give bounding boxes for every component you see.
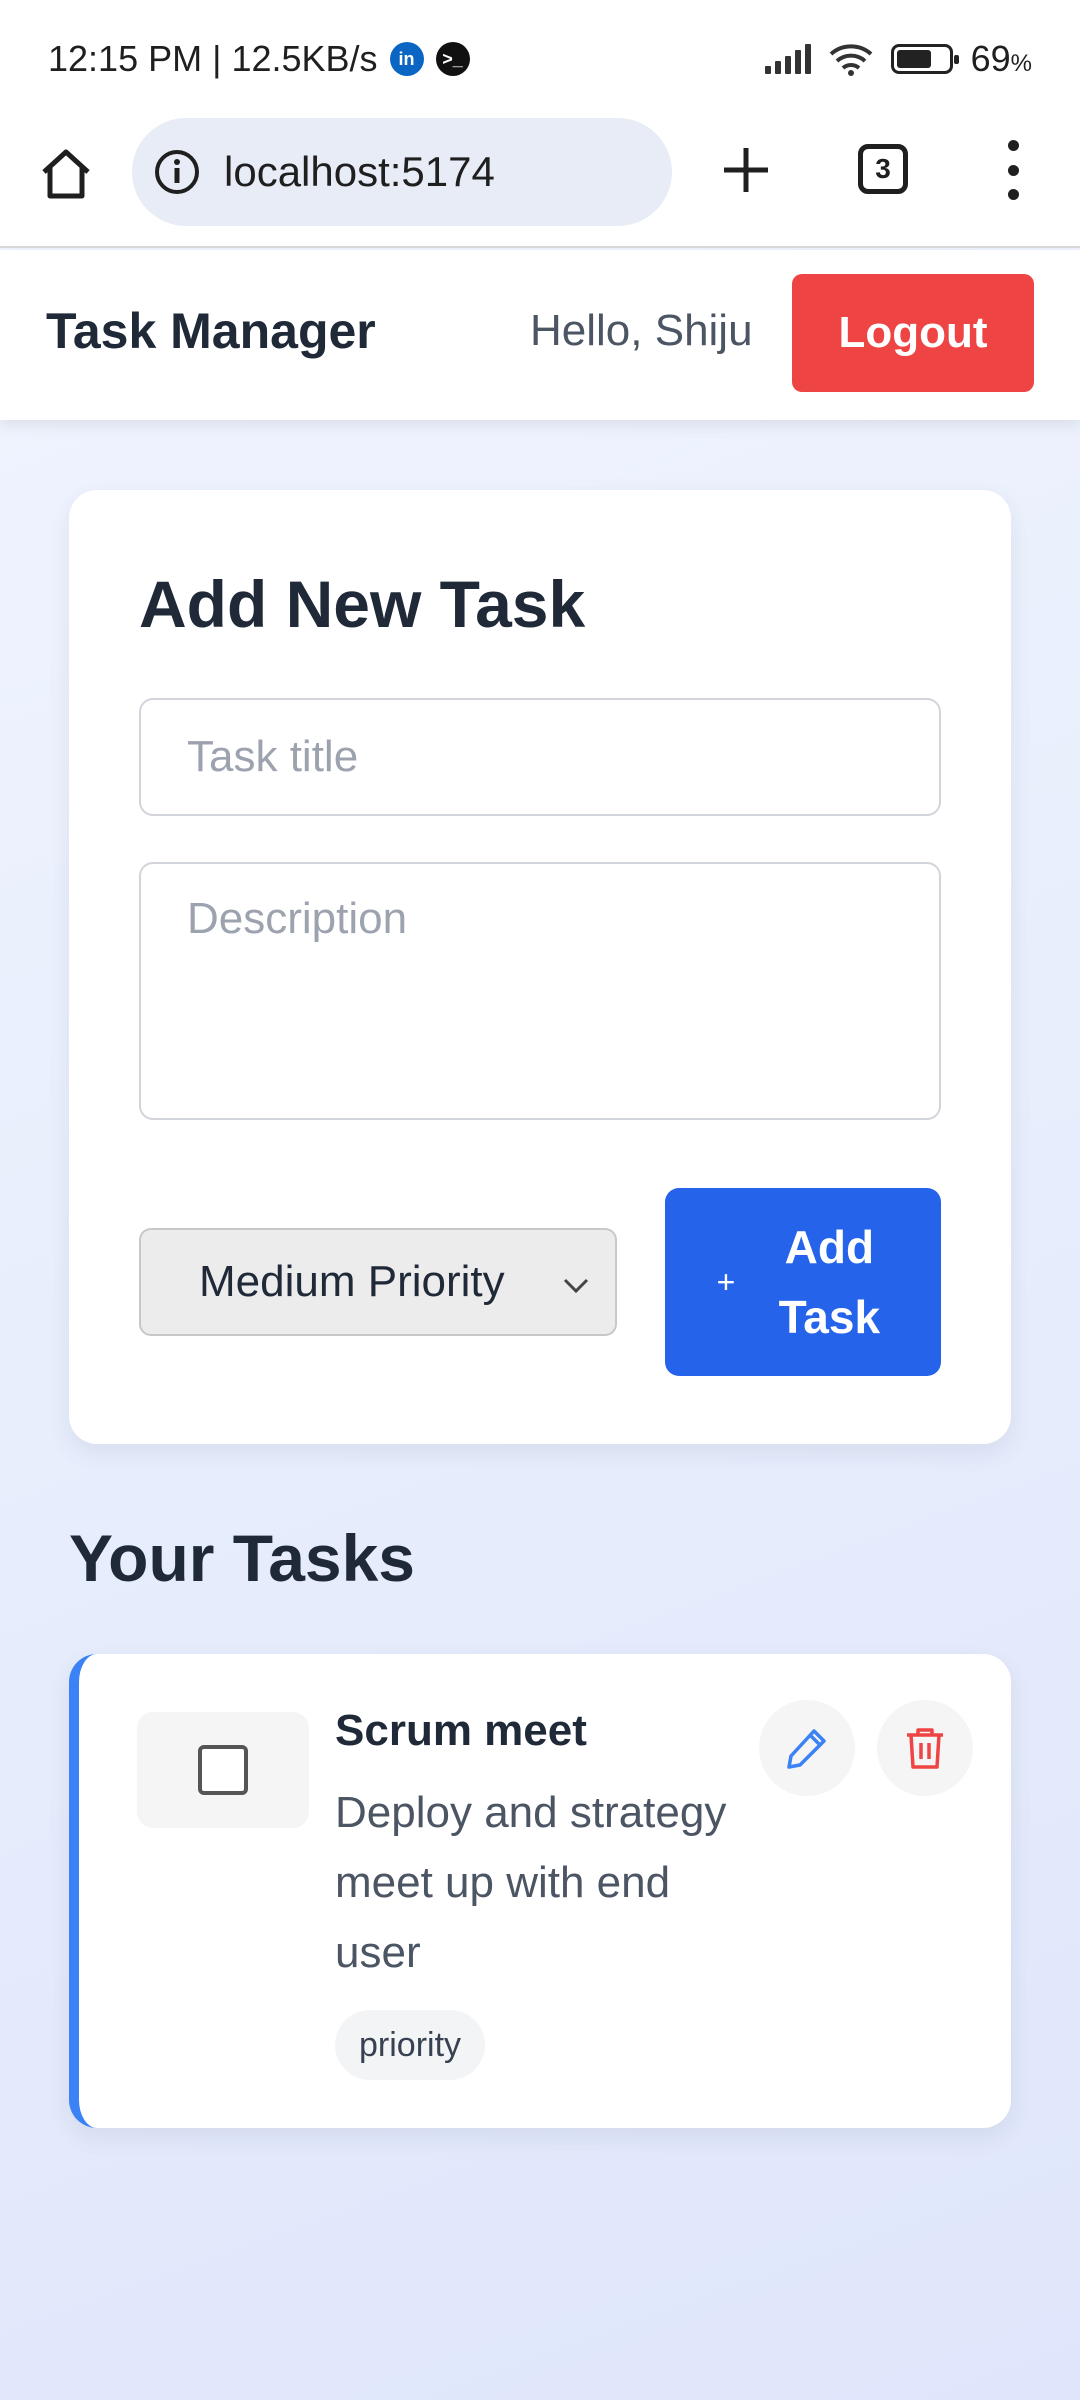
tab-switcher-button[interactable]: 3	[858, 144, 908, 194]
info-icon[interactable]	[152, 147, 202, 197]
battery-level	[896, 50, 932, 68]
browser-toolbar: localhost:5174 3	[0, 118, 1080, 248]
add-task-card: Add New Task Medium Priority + Add Task	[69, 490, 1011, 1444]
status-left: 12:15 PM | 12.5KB/s in >_	[48, 38, 470, 80]
task-description: Deploy and strategy meet up with end use…	[335, 1788, 727, 1977]
add-task-label: Add Task	[778, 1221, 881, 1343]
pencil-icon	[787, 1729, 826, 1769]
task-priority-badge: priority	[335, 2010, 486, 2080]
status-bar: 12:15 PM | 12.5KB/s in >_ 69%	[0, 0, 1080, 118]
home-icon[interactable]	[34, 142, 98, 206]
edit-task-button[interactable]	[759, 1700, 855, 1796]
add-task-heading: Add New Task	[139, 567, 586, 641]
app-header: Task Manager Hello, Shiju Logout	[0, 250, 1080, 420]
linkedin-icon: in	[389, 42, 424, 76]
chevron-down-icon	[563, 1278, 589, 1294]
plus-icon: +	[716, 1263, 736, 1300]
delete-task-button[interactable]	[877, 1700, 973, 1796]
tab-count: 3	[875, 153, 891, 184]
task-checkbox-wrapper[interactable]	[137, 1712, 309, 1828]
logout-button[interactable]: Logout	[792, 274, 1034, 392]
task-title: Scrum meet	[335, 1706, 587, 1755]
signal-icon	[764, 44, 811, 74]
terminal-icon: >_	[435, 42, 470, 76]
battery-percent: 69%	[970, 38, 1032, 79]
url-text[interactable]: localhost:5174	[224, 148, 495, 196]
priority-select[interactable]: Medium Priority	[139, 1228, 617, 1336]
status-right: 69%	[764, 38, 1032, 80]
task-title-input[interactable]	[139, 698, 941, 816]
task-description-input[interactable]	[139, 862, 941, 1120]
add-task-button[interactable]: + Add Task	[665, 1188, 941, 1376]
tasks-heading: Your Tasks	[69, 1521, 416, 1595]
more-menu-icon[interactable]	[998, 140, 1028, 200]
task-card: Scrum meet Deploy and strategy meet up w…	[69, 1654, 1011, 2128]
priority-selected-value: Medium Priority	[199, 1257, 505, 1306]
app-title: Task Manager	[46, 303, 376, 359]
trash-icon	[907, 1728, 943, 1769]
new-tab-icon[interactable]	[716, 140, 776, 200]
task-complete-checkbox[interactable]	[198, 1745, 248, 1795]
wifi-icon	[829, 44, 872, 76]
status-time: 12:15 PM | 12.5KB/s	[48, 38, 378, 79]
address-bar[interactable]: localhost:5174	[132, 118, 672, 226]
battery-icon	[890, 44, 959, 74]
user-greeting: Hello, Shiju	[530, 306, 753, 355]
